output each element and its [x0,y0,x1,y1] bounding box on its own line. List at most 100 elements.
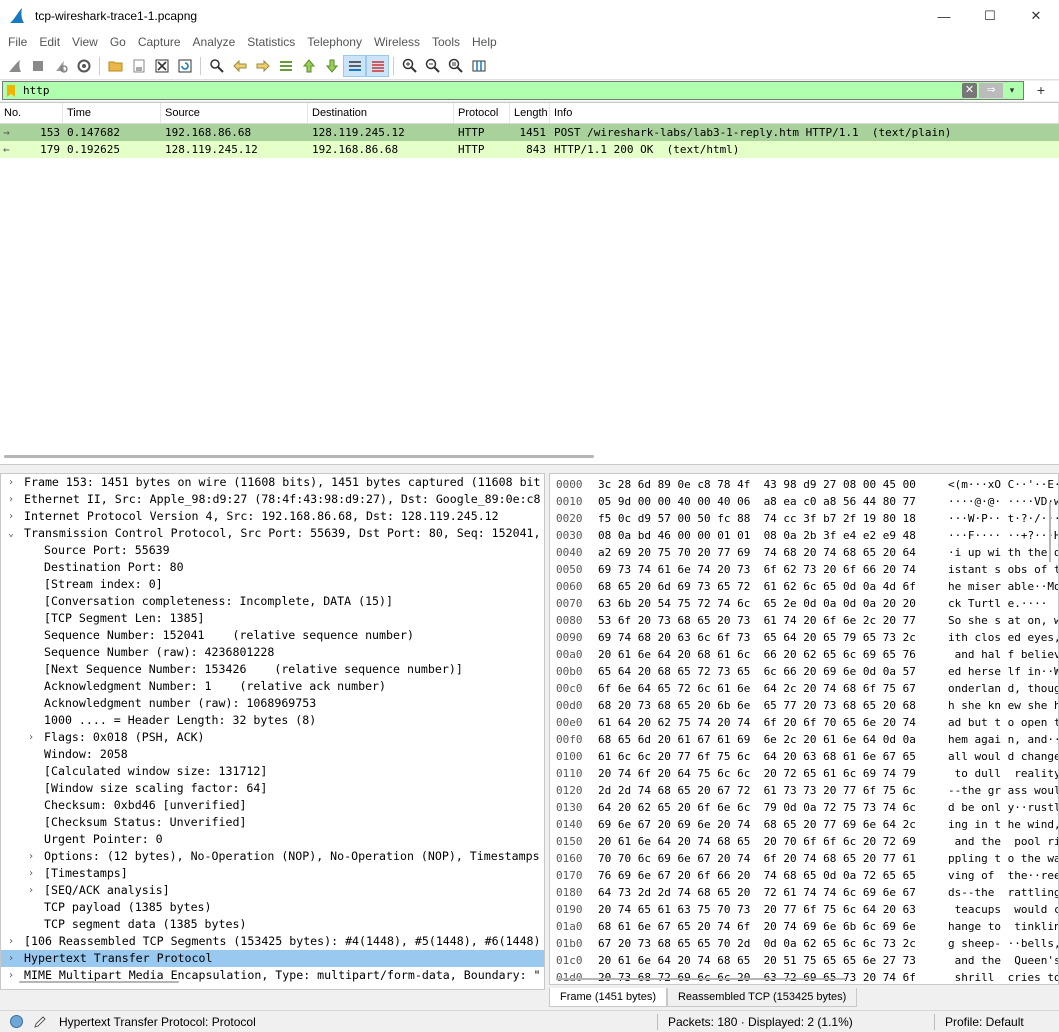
bytes-row[interactable]: 0190 20 74 65 61 63 75 70 73 20 77 6f 75 … [550,901,1058,918]
zoom-out-icon[interactable] [421,55,444,77]
expert-info-indicator-icon[interactable] [10,1015,23,1028]
bytes-row[interactable]: 0110 20 74 6f 20 64 75 6c 6c 20 72 65 61 … [550,765,1058,782]
tab-reassembled-tcp[interactable]: Reassembled TCP (153425 bytes) [666,988,858,1007]
column-header-protocol[interactable]: Protocol [454,103,510,123]
go-first-packet-icon[interactable] [297,55,320,77]
collapsed-chevron-icon[interactable]: › [25,848,37,865]
collapsed-chevron-icon[interactable]: › [25,865,37,882]
detail-tree-item[interactable]: [Conversation completeness: Incomplete, … [1,593,544,610]
detail-tree-item[interactable]: Destination Port: 80 [1,559,544,576]
status-profile[interactable]: Profile: Default [945,1015,1024,1029]
detail-tree-item[interactable]: › [106 Reassembled TCP Segments (153425 b… [1,933,544,950]
close-file-icon[interactable] [150,55,173,77]
collapsed-chevron-icon[interactable]: › [5,967,17,984]
tab-frame-bytes[interactable]: Frame (1451 bytes) [549,988,667,1007]
bookmark-icon[interactable] [3,82,19,99]
detail-tree-item[interactable]: › Ethernet II, Src: Apple_98:d9:27 (78:4f… [1,491,544,508]
menu-tools[interactable]: Tools [426,32,466,52]
restart-capture-icon[interactable] [49,55,72,77]
detail-tree-item[interactable]: › Flags: 0x018 (PSH, ACK) [1,729,544,746]
collapsed-chevron-icon[interactable]: › [5,508,17,525]
detail-tree-item[interactable]: Checksum: 0xbd46 [unverified] [1,797,544,814]
bytes-row[interactable]: 00e0 61 64 20 62 75 74 20 74 6f 20 6f 70 … [550,714,1058,731]
column-header-source[interactable]: Source [161,103,308,123]
apply-filter-arrow-icon[interactable]: ⇒ [979,83,1003,98]
bytes-row[interactable]: 0000 3c 28 6d 89 0e c8 78 4f 43 98 d9 27 … [550,476,1058,493]
detail-tree-item[interactable]: Acknowledgment number (raw): 1068969753 [1,695,544,712]
go-back-arrow-icon[interactable] [228,55,251,77]
detail-tree-item[interactable]: Sequence Number (raw): 4236801228 [1,644,544,661]
detail-tree-item[interactable]: [TCP Segment Len: 1385] [1,610,544,627]
packet-row[interactable]: → 153 0.147682 192.168.86.68 128.119.245.… [0,124,1059,141]
detail-tree-item[interactable]: [Stream index: 0] [1,576,544,593]
collapsed-chevron-icon[interactable]: › [5,474,17,491]
detail-tree-item[interactable]: Sequence Number: 152041 (relative sequen… [1,627,544,644]
maximize-button[interactable]: ☐ [967,0,1013,32]
normal-size-icon[interactable] [444,55,467,77]
close-button[interactable]: ✕ [1013,0,1059,32]
column-header-time[interactable]: Time [63,103,161,123]
detail-tree-item[interactable]: [Window size scaling factor: 64] [1,780,544,797]
menu-file[interactable]: File [2,32,33,52]
autoscroll-icon[interactable] [343,54,366,77]
bytes-row[interactable]: 0130 64 20 62 65 20 6f 6e 6c 79 0d 0a 72 … [550,799,1058,816]
detail-tree-item[interactable]: › [SEQ/ACK analysis] [1,882,544,899]
display-filter-input[interactable] [19,82,959,99]
menu-analyze[interactable]: Analyze [187,32,242,52]
bytes-row[interactable]: 00a0 20 61 6e 64 20 68 61 6c 66 20 62 65 … [550,646,1058,663]
detail-tree-item[interactable]: › Hypertext Transfer Protocol [1,950,544,967]
menu-edit[interactable]: Edit [33,32,66,52]
bytes-row[interactable]: 00b0 65 64 20 68 65 72 73 65 6c 66 20 69 … [550,663,1058,680]
detail-tree-item[interactable]: TCP payload (1385 bytes) [1,899,544,916]
minimize-button[interactable]: — [921,0,967,32]
menu-capture[interactable]: Capture [132,32,187,52]
detail-tree-item[interactable]: [Checksum Status: Unverified] [1,814,544,831]
bytes-horizontal-scrollbar[interactable] [556,978,846,980]
go-to-packet-icon[interactable] [274,55,297,77]
bytes-row[interactable]: 0150 20 61 6e 64 20 74 68 65 20 70 6f 6f … [550,833,1058,850]
bytes-row[interactable]: 0090 69 74 68 20 63 6c 6f 73 65 64 20 65 … [550,629,1058,646]
menu-telephony[interactable]: Telephony [301,32,368,52]
bytes-row[interactable]: 0170 76 69 6e 67 20 6f 66 20 74 68 65 0d … [550,867,1058,884]
bytes-row[interactable]: 0160 70 70 6c 69 6e 67 20 74 6f 20 74 68 … [550,850,1058,867]
menu-view[interactable]: View [66,32,104,52]
bytes-row[interactable]: 0180 64 73 2d 2d 74 68 65 20 72 61 74 74 … [550,884,1058,901]
bytes-row[interactable]: 0010 05 9d 00 00 40 00 40 06 a8 ea c0 a8 … [550,493,1058,510]
menu-go[interactable]: Go [104,32,132,52]
add-filter-button[interactable]: + [1037,81,1045,100]
column-header-destination[interactable]: Destination [308,103,454,123]
column-header-info[interactable]: Info [550,103,1059,123]
detail-tree-item[interactable]: › Options: (12 bytes), No-Operation (NOP)… [1,848,544,865]
go-last-packet-icon[interactable] [320,55,343,77]
bytes-row[interactable]: 0100 61 6c 6c 20 77 6f 75 6c 64 20 63 68 … [550,748,1058,765]
bytes-row[interactable]: 01a0 68 61 6e 67 65 20 74 6f 20 74 69 6e … [550,918,1058,935]
collapsed-chevron-icon[interactable]: › [5,950,17,967]
menu-help[interactable]: Help [466,32,503,52]
find-packet-search-icon[interactable] [205,55,228,77]
save-file-icon[interactable] [127,55,150,77]
filter-history-dropdown-icon[interactable]: ▾ [1005,83,1019,98]
detail-tree-item[interactable]: 1000 .... = Header Length: 32 bytes (8) [1,712,544,729]
detail-tree-item[interactable]: › Internet Protocol Version 4, Src: 192.1… [1,508,544,525]
clear-filter-icon[interactable]: ✕ [962,83,977,98]
details-horizontal-scrollbar[interactable] [19,981,179,983]
column-header-length[interactable]: Length [510,103,550,123]
bytes-vertical-scrollbar[interactable] [1049,502,1051,562]
bytes-row[interactable]: 0030 08 0a bd 46 00 00 01 01 08 0a 2b 3f … [550,527,1058,544]
bytes-row[interactable]: 00c0 6f 6e 64 65 72 6c 61 6e 64 2c 20 74 … [550,680,1058,697]
detail-tree-item[interactable]: › [Timestamps] [1,865,544,882]
bytes-row[interactable]: 0040 a2 69 20 75 70 20 77 69 74 68 20 74 … [550,544,1058,561]
stop-capture-icon[interactable] [26,55,49,77]
detail-tree-item[interactable]: › Frame 153: 1451 bytes on wire (11608 bi… [1,474,544,491]
expanded-chevron-icon[interactable]: ⌄ [5,525,17,542]
collapsed-chevron-icon[interactable]: › [5,933,17,950]
capture-comment-pencil-icon[interactable] [33,1015,47,1029]
packet-list-horizontal-scrollbar[interactable] [4,455,594,458]
bytes-row[interactable]: 01d020 73 68 72 69 6c 6c 20 63 72 69 65 … [550,969,1058,984]
resize-columns-icon[interactable] [467,55,490,77]
bytes-row[interactable]: 0080 53 6f 20 73 68 65 20 73 61 74 20 6f … [550,612,1058,629]
bytes-row[interactable]: 0070 63 6b 20 54 75 72 74 6c 65 2e 0d 0a … [550,595,1058,612]
detail-tree-item[interactable]: Window: 2058 [1,746,544,763]
start-capture-fin-icon[interactable] [3,55,26,77]
open-folder-icon[interactable] [104,55,127,77]
